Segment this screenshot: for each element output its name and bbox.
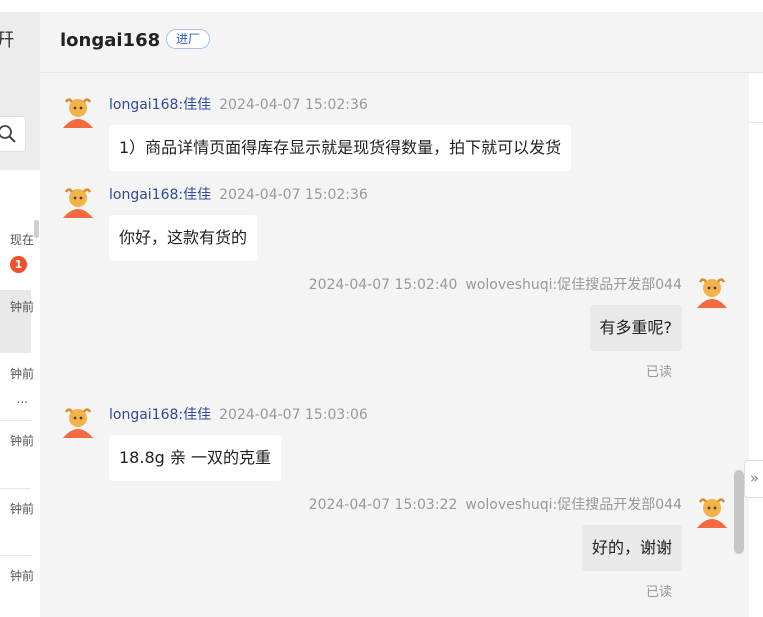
chat-title: longai168 xyxy=(60,30,161,51)
list-item-time[interactable]: 钟前 xyxy=(0,298,34,315)
sender-name[interactable]: woloveshuqi:促佳搜品开发部044 xyxy=(465,277,682,293)
list-item-time[interactable]: 钟前 xyxy=(0,365,34,382)
sender-name[interactable]: longai168:佳佳 xyxy=(109,187,211,203)
double-chevron-right-icon: » xyxy=(749,469,760,487)
message-meta: longai168:佳佳 2024-04-07 15:02:36 xyxy=(109,94,368,114)
message-time: 2024-04-07 15:02:40 xyxy=(308,277,458,293)
message-meta: longai168:佳佳 2024-04-07 15:02:36 xyxy=(109,184,368,204)
message-time: 2024-04-07 15:02:36 xyxy=(219,97,368,113)
contact-tag[interactable]: 进厂 xyxy=(166,29,211,49)
message-meta: 2024-04-07 15:03:22 woloveshuqi:促佳搜品开发部04… xyxy=(309,494,682,514)
message-meta: 2024-04-07 15:02:40 woloveshuqi:促佳搜品开发部04… xyxy=(309,274,682,294)
search-icon xyxy=(0,125,16,143)
message-bubble[interactable]: 好的，谢谢 xyxy=(581,525,682,571)
sender-name[interactable]: longai168:佳佳 xyxy=(109,97,211,113)
list-title: 幵 xyxy=(0,30,14,51)
message-bubble[interactable]: 有多重呢? xyxy=(589,305,682,351)
list-divider xyxy=(0,488,31,489)
avatar-icon[interactable] xyxy=(694,274,730,310)
avatar-icon[interactable] xyxy=(60,184,96,220)
read-status: 已读 xyxy=(645,365,672,380)
message-time: 2024-04-07 15:03:22 xyxy=(308,497,458,513)
chat-header: longai168 进厂 xyxy=(40,12,763,73)
list-item-time[interactable]: 现在 xyxy=(0,231,34,248)
chat-scrollbar[interactable] xyxy=(734,470,744,554)
message-bubble[interactable]: 你好，这款有货的 xyxy=(109,215,258,261)
read-status: 已读 xyxy=(645,585,672,600)
avatar-icon[interactable] xyxy=(60,404,96,440)
sender-name[interactable]: woloveshuqi:促佳搜品开发部044 xyxy=(465,497,682,513)
unread-badge: 1 xyxy=(10,256,27,273)
message-time: 2024-04-07 15:02:36 xyxy=(219,187,368,203)
avatar-icon[interactable] xyxy=(60,94,96,130)
sender-name[interactable]: longai168:佳佳 xyxy=(109,407,211,423)
conversation-list-header: 幵 xyxy=(0,12,40,170)
side-panel-divider xyxy=(749,122,763,123)
message-bubble[interactable]: 18.8g 亲 一双的克重 xyxy=(109,435,281,481)
message-bubble[interactable]: 1）商品详情页面得库存显示就是现货得数量，拍下就可以发货 xyxy=(109,125,572,171)
list-scrollbar[interactable] xyxy=(34,220,39,238)
list-item-time[interactable]: 钟前 xyxy=(0,432,34,449)
list-divider xyxy=(0,555,31,556)
avatar-icon[interactable] xyxy=(694,494,730,530)
list-divider xyxy=(0,420,31,421)
message-meta: longai168:佳佳 2024-04-07 15:03:06 xyxy=(109,404,368,424)
list-item-time[interactable]: 钟前 xyxy=(0,500,34,517)
message-time: 2024-04-07 15:03:06 xyxy=(219,407,368,423)
expand-panel-button[interactable]: » xyxy=(744,460,763,498)
list-item-more: ... xyxy=(16,392,28,406)
conversation-list: 幵 现在 1 钟前 钟前 ... 钟前 钟前 钟前 xyxy=(0,12,40,617)
list-item-time[interactable]: 钟前 xyxy=(0,567,34,584)
side-panel-edge xyxy=(749,73,763,617)
search-button[interactable] xyxy=(0,116,26,152)
